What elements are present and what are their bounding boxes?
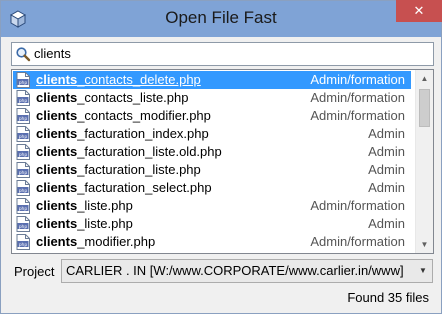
file-name: clients_contacts_liste.php bbox=[36, 89, 188, 107]
cube-icon bbox=[9, 10, 27, 28]
file-path: Admin/formation bbox=[310, 72, 405, 87]
svg-text:php: php bbox=[19, 242, 28, 248]
project-selected-value: CARLIER . IN [W:/www.CORPORATE/www.carli… bbox=[66, 263, 404, 278]
file-name-match: clients bbox=[36, 198, 78, 213]
php-file-icon: php bbox=[16, 108, 30, 124]
file-path: Admin/formation bbox=[310, 234, 405, 249]
file-name-match: clients bbox=[36, 216, 78, 231]
window-title: Open File Fast bbox=[165, 8, 277, 27]
file-name-match: clients bbox=[36, 126, 78, 141]
svg-text:php: php bbox=[19, 134, 28, 140]
php-file-icon: php bbox=[16, 180, 30, 196]
file-name-rest: _contacts_liste.php bbox=[77, 90, 189, 105]
search-input[interactable] bbox=[34, 43, 429, 63]
list-item[interactable]: php clients_facturation_liste.old.php Admi… bbox=[13, 143, 411, 161]
file-name: clients_liste.php bbox=[36, 197, 133, 215]
file-name: clients_liste.php bbox=[36, 215, 133, 233]
file-name-rest: _modifier.php bbox=[77, 234, 156, 249]
list-item[interactable]: php clients_facturation_index.php Admin bbox=[13, 125, 411, 143]
php-file-icon: php bbox=[16, 162, 30, 178]
list-item[interactable]: php clients_contacts_delete.php Admin/form… bbox=[13, 71, 411, 89]
php-file-icon: php bbox=[16, 234, 30, 250]
file-path: Admin bbox=[368, 144, 405, 159]
close-icon: ✕ bbox=[413, 3, 425, 18]
svg-text:php: php bbox=[19, 80, 28, 86]
file-name: clients_facturation_liste.old.php bbox=[36, 143, 222, 161]
title-bar[interactable]: Open File Fast ✕ bbox=[1, 0, 442, 37]
scroll-thumb[interactable] bbox=[419, 89, 430, 127]
file-name-rest: _liste.php bbox=[77, 216, 133, 231]
file-path: Admin bbox=[368, 180, 405, 195]
file-path: Admin/formation bbox=[310, 198, 405, 213]
php-file-icon: php bbox=[16, 198, 30, 214]
file-name-match: clients bbox=[36, 108, 78, 123]
file-name: clients_contacts_modifier.php bbox=[36, 107, 211, 125]
file-name-match: clients bbox=[36, 180, 78, 195]
scroll-up-arrow-icon[interactable]: ▲ bbox=[416, 70, 433, 87]
php-file-icon: php bbox=[16, 216, 30, 232]
file-name-rest: _contacts_delete.php bbox=[77, 72, 201, 87]
file-name-match: clients bbox=[36, 72, 78, 87]
list-item[interactable]: php clients_facturation_select.php Admin bbox=[13, 179, 411, 197]
list-item[interactable]: php clients_modifier.php Admin/formation bbox=[13, 233, 411, 251]
list-item[interactable]: php clients_liste.php Admin/formation bbox=[13, 197, 411, 215]
php-file-icon: php bbox=[16, 144, 30, 160]
file-name-rest: _facturation_liste.old.php bbox=[77, 144, 222, 159]
svg-text:php: php bbox=[19, 170, 28, 176]
file-name-rest: _facturation_liste.php bbox=[77, 162, 201, 177]
results-list[interactable]: php clients_contacts_delete.php Admin/form… bbox=[11, 69, 434, 254]
svg-text:php: php bbox=[19, 188, 28, 194]
file-path: Admin bbox=[368, 126, 405, 141]
file-name: clients_contacts_delete.php bbox=[36, 71, 201, 89]
file-path: Admin bbox=[368, 216, 405, 231]
search-field[interactable] bbox=[11, 42, 434, 66]
svg-text:php: php bbox=[19, 152, 28, 158]
status-text: Found 35 files bbox=[347, 290, 429, 305]
file-path: Admin bbox=[368, 162, 405, 177]
list-item[interactable]: php clients_contacts_modifier.php Admin/fo… bbox=[13, 107, 411, 125]
open-file-fast-dialog: Open File Fast ✕ phpclients_contacts_del… bbox=[0, 0, 442, 314]
chevron-down-icon[interactable]: ▼ bbox=[417, 260, 429, 280]
file-name-match: clients bbox=[36, 144, 78, 159]
svg-text:php: php bbox=[19, 224, 28, 230]
project-label: Project bbox=[14, 264, 55, 279]
php-file-icon: php bbox=[16, 126, 30, 142]
file-name-match: clients bbox=[36, 162, 78, 177]
file-name-rest: _liste.php bbox=[77, 198, 133, 213]
file-name-match: clients bbox=[36, 90, 78, 105]
file-name: clients_facturation_index.php bbox=[36, 125, 209, 143]
vertical-scrollbar[interactable]: ▲ ▼ bbox=[415, 70, 433, 253]
file-name: clients_facturation_select.php bbox=[36, 179, 212, 197]
file-path: Admin/formation bbox=[310, 90, 405, 105]
project-dropdown[interactable]: CARLIER . IN [W:/www.CORPORATE/www.carli… bbox=[61, 259, 433, 283]
file-name: clients_modifier.php bbox=[36, 233, 155, 251]
file-name: clients_facturation_liste.php bbox=[36, 161, 201, 179]
list-item[interactable]: php clients_facturation_liste.php Admin bbox=[13, 161, 411, 179]
svg-text:php: php bbox=[19, 206, 28, 212]
file-name-match: clients bbox=[36, 234, 78, 249]
list-item[interactable]: php clients_liste.php Admin bbox=[13, 215, 411, 233]
close-button[interactable]: ✕ bbox=[396, 0, 442, 22]
magnifier-icon bbox=[16, 47, 31, 62]
svg-text:php: php bbox=[19, 116, 28, 122]
php-file-icon: php bbox=[16, 90, 30, 106]
php-file-icon: php bbox=[16, 72, 30, 88]
file-name-rest: _facturation_index.php bbox=[77, 126, 209, 141]
svg-text:php: php bbox=[19, 98, 28, 104]
scroll-down-arrow-icon[interactable]: ▼ bbox=[416, 236, 433, 253]
file-path: Admin/formation bbox=[310, 108, 405, 123]
file-name-rest: _contacts_modifier.php bbox=[77, 108, 211, 123]
file-name-rest: _facturation_select.php bbox=[77, 180, 212, 195]
list-item[interactable]: php clients_contacts_liste.php Admin/forma… bbox=[13, 89, 411, 107]
